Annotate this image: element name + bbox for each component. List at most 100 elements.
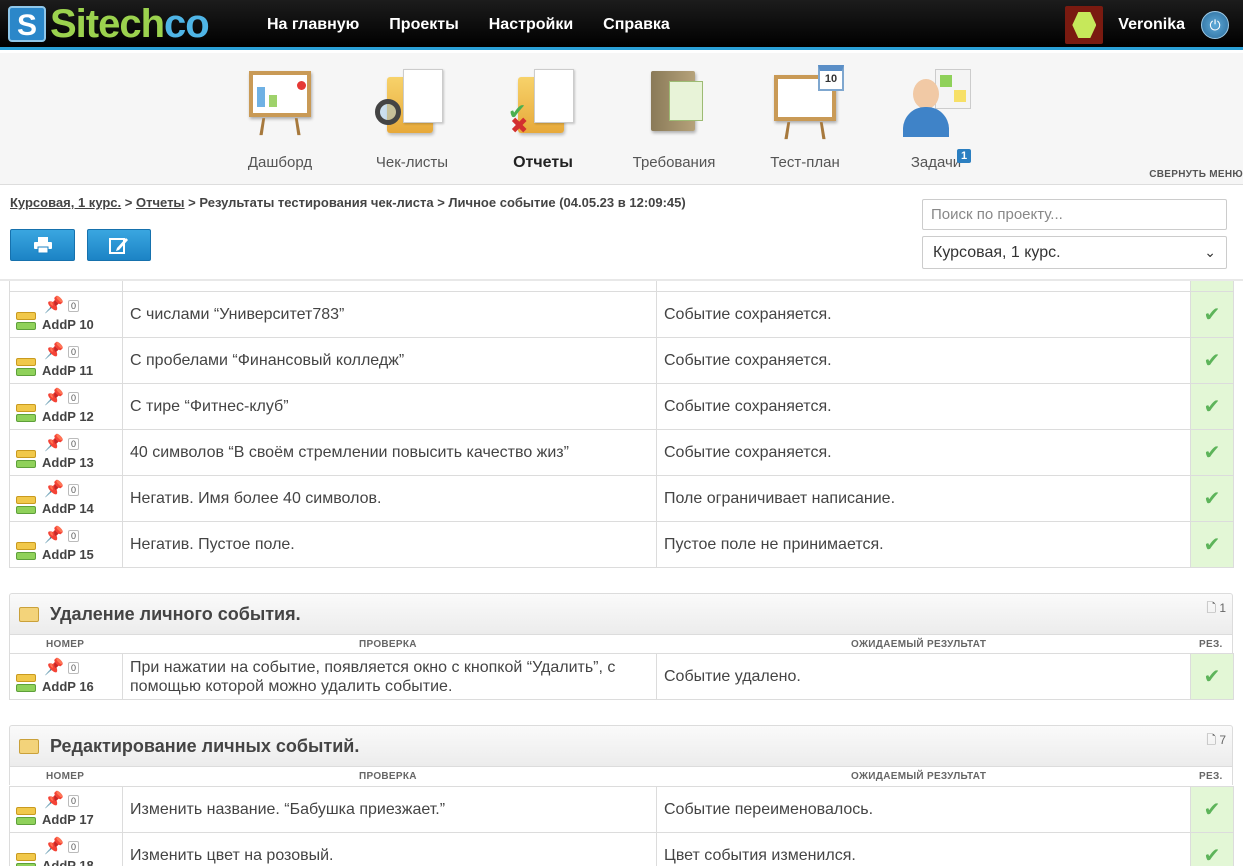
sitechco-logo[interactable]: S Sitechco [8,4,210,44]
tasks-badge: 1 [957,149,972,163]
pass-check-icon[interactable]: ✔ [1190,521,1234,568]
pin-icon[interactable]: 📌 [44,479,64,499]
col-header-num: НОМЕР [46,639,85,650]
table-row: 📌 0 AddP 17 Изменить название. “Бабушка пр… [9,786,1234,833]
results-table-section-1: 📌 0 AddP 10 С числами “Университет783” Соб… [9,281,1234,568]
pass-check-icon[interactable]: ✔ [1190,832,1234,866]
check-cell: Негатив. Пустое поле. [122,521,657,568]
section-title: Редактирование личных событий. [50,736,360,756]
section-header-delete[interactable]: Удаление личного события. 🗋 1 [9,593,1233,635]
nav-settings[interactable]: Настройки [489,16,573,34]
case-id[interactable]: AddP 11 [42,363,93,378]
nav-home[interactable]: На главную [267,16,359,34]
username[interactable]: Veronika [1118,16,1185,34]
breadcrumb-reports[interactable]: Отчеты [136,195,185,210]
table-row: 📌 0 AddP 16 При нажатии на событие, появля… [9,653,1234,700]
checklist-results: 📌 0 AddP 10 С числами “Университет783” Соб… [0,281,1243,866]
expected-cell: Событие сохраняется. [656,383,1191,430]
case-id[interactable]: AddP 18 [42,858,94,866]
pin-count: 0 [68,483,80,496]
logo-mark-icon: S [8,6,46,42]
folder-icon [19,607,39,622]
menu-dashboard[interactable]: Дашборд [220,65,340,171]
pin-icon[interactable]: 📌 [44,790,64,810]
project-select[interactable]: Курсовая, 1 курс. ⌄ [922,236,1227,269]
pass-check-icon[interactable]: ✔ [1190,383,1234,430]
pin-icon[interactable]: 📌 [44,387,64,407]
expected-cell: Поле ограничивает написание. [656,475,1191,522]
col-header-expected: ОЖИДАЕМЫЙ РЕЗУЛЬТАТ [851,771,987,782]
menu-reports[interactable]: ✔ ✖ Отчеты [483,65,603,172]
project-search-input[interactable] [922,199,1227,230]
pin-icon[interactable]: 📌 [44,657,64,677]
menu-tasks[interactable]: Задачи [876,65,996,171]
menu-test-plan[interactable]: 10 Тест-план [745,65,865,171]
pin-count: 0 [68,529,80,542]
menu-requirements[interactable]: Требования [614,65,734,171]
table-row: 📌 0 AddP 13 40 символов “В своём стремлени… [9,429,1234,476]
pass-check-icon[interactable]: ✔ [1190,653,1234,700]
pass-check-icon[interactable]: ✔ [1190,475,1234,522]
case-id[interactable]: AddP 16 [42,679,94,694]
edit-icon [109,238,128,254]
chevron-down-icon: ⌄ [1204,244,1216,260]
pin-icon[interactable]: 📌 [44,525,64,545]
pass-check-icon[interactable]: ✔ [1190,337,1234,384]
test-plan-calendar-icon: 10 [768,65,844,140]
case-id[interactable]: AddP 10 [42,317,94,332]
power-icon[interactable]: ⏻ [1201,11,1229,39]
pin-count: 0 [68,391,80,404]
pass-check-icon[interactable]: ✔ [1190,429,1234,476]
case-id[interactable]: AddP 14 [42,501,94,516]
col-header-check: ПРОВЕРКА [359,771,417,782]
nav-projects[interactable]: Проекты [389,16,458,34]
checklists-folder-icon [375,65,449,137]
check-cell: С пробелами “Финансовый колледж” [122,337,657,384]
pin-count: 0 [68,840,80,853]
main-nav: На главную Проекты Настройки Справка [252,0,685,50]
pin-icon[interactable]: 📌 [44,433,64,453]
column-headers: НОМЕР ПРОВЕРКА ОЖИДАЕМЫЙ РЕЗУЛЬТАТ РЕЗ. [9,635,1233,653]
pass-check-icon[interactable]: ✔ [1190,291,1234,338]
section-title: Удаление личного события. [50,604,301,624]
document-icon: 🗋 [1206,733,1216,747]
pin-icon[interactable]: 📌 [44,295,64,315]
table-row: 📌 0 AddP 10 С числами “Университет783” Соб… [9,291,1234,338]
expected-cell: Цвет события изменился. [656,832,1191,866]
case-id[interactable]: AddP 13 [42,455,94,470]
expected-cell: Событие сохраняется. [656,429,1191,476]
section-count: 🗋 1 [1206,601,1226,615]
requirements-binder-icon [637,65,711,137]
avatar[interactable] [1065,6,1104,44]
check-cell: Изменить цвет на розовый. [122,832,657,866]
check-cell: При нажатии на событие, появляется окно … [122,653,657,700]
calendar-day: 10 [818,65,844,91]
pin-count: 0 [68,794,80,807]
edit-button[interactable] [87,229,151,261]
pass-check-icon[interactable]: ✔ [1190,786,1234,833]
check-cell: С тире “Фитнес-клуб” [122,383,657,430]
table-row: 📌 0 AddP 11 С пробелами “Финансовый коллед… [9,337,1234,384]
top-navbar: S Sitechco На главную Проекты Настройки … [0,0,1243,50]
module-menu: Дашборд Чек-листы ✔ ✖ Отчеты Требования 1… [0,53,1243,185]
case-id[interactable]: AddP 12 [42,409,94,424]
menu-checklists[interactable]: Чек-листы [352,65,472,171]
case-id[interactable]: AddP 15 [42,547,94,562]
breadcrumb-project[interactable]: Курсовая, 1 курс. [10,195,121,210]
expected-cell: Событие удалено. [656,653,1191,700]
column-headers: НОМЕР ПРОВЕРКА ОЖИДАЕМЫЙ РЕЗУЛЬТАТ РЕЗ. [9,767,1233,785]
pin-icon[interactable]: 📌 [44,836,64,856]
section-header-edit[interactable]: Редактирование личных событий. 🗋 7 [9,725,1233,767]
print-button[interactable] [10,229,75,261]
pin-count: 0 [68,437,80,450]
col-header-expected: ОЖИДАЕМЫЙ РЕЗУЛЬТАТ [851,639,987,650]
check-cell: С числами “Университет783” [122,291,657,338]
case-id[interactable]: AddP 17 [42,812,94,827]
nav-help[interactable]: Справка [603,16,670,34]
printer-icon [33,237,52,254]
collapse-menu-link[interactable]: СВЕРНУТЬ МЕНЮ [1149,169,1243,180]
logo-text-accent: co [164,2,210,46]
table-row: 📌 0 AddP 15 Негатив. Пустое поле. Пустое п… [9,521,1234,568]
project-select-value: Курсовая, 1 курс. [933,243,1061,261]
pin-icon[interactable]: 📌 [44,341,64,361]
